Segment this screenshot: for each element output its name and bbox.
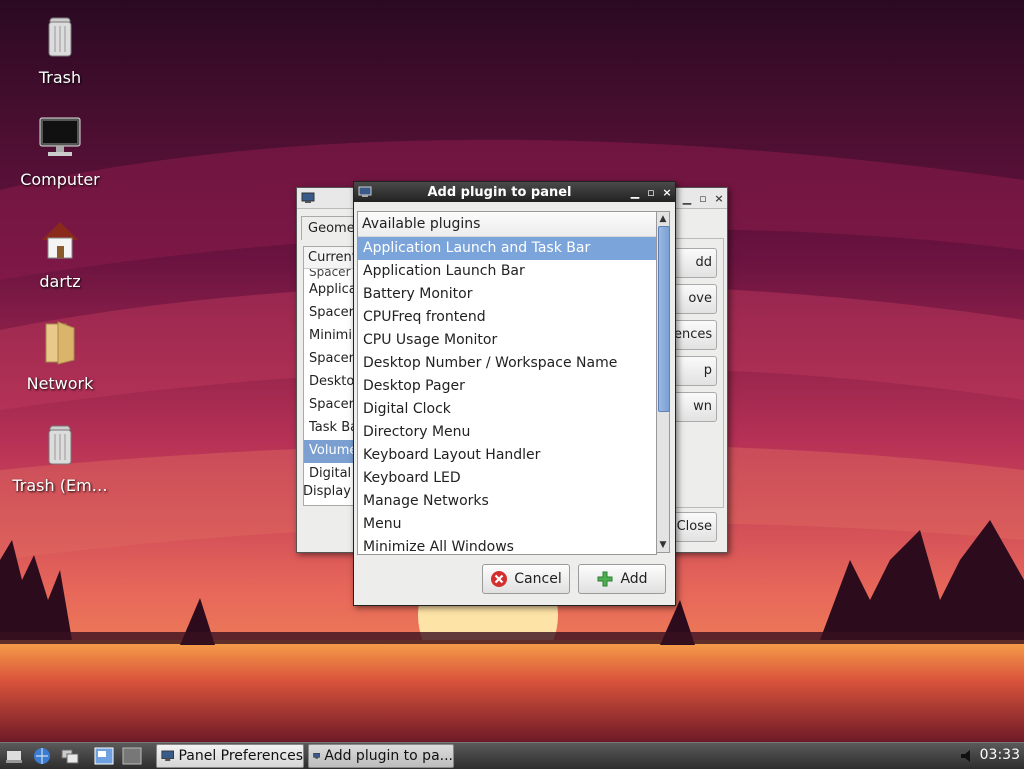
plugin-row[interactable]: Minimize All Windows <box>358 536 656 554</box>
plugin-row[interactable]: CPU Usage Monitor <box>358 329 656 352</box>
folder-icon <box>45 321 75 365</box>
desktop-icon-trash[interactable]: Trash <box>0 12 120 87</box>
task-add-plugin[interactable]: Add plugin to pa... <box>308 744 454 768</box>
plugin-row[interactable]: CPUFreq frontend <box>358 306 656 329</box>
plugin-row[interactable]: Desktop Number / Workspace Name <box>358 352 656 375</box>
desktop-icon-label: dartz <box>39 272 81 291</box>
cancel-icon <box>491 571 508 587</box>
minimize-icon[interactable]: ▁ <box>679 192 695 205</box>
plugin-row[interactable]: Manage Networks <box>358 490 656 513</box>
desktop-icon-trash-empty[interactable]: Trash (Em… <box>0 420 120 495</box>
plus-icon <box>597 571 613 587</box>
close-button[interactable]: Close <box>673 512 717 542</box>
workspace-icon[interactable] <box>94 746 114 766</box>
workspace-icon[interactable] <box>122 746 142 766</box>
down-button[interactable]: wn <box>673 392 717 422</box>
trash-icon <box>48 425 72 465</box>
scroll-up-icon[interactable]: ▲ <box>657 212 669 226</box>
column-header[interactable]: Available plugins <box>358 212 656 237</box>
vertical-scrollbar[interactable]: ▲ ▼ <box>656 211 670 553</box>
desktop-icon-label: Trash (Em… <box>12 476 108 495</box>
plugin-row[interactable]: Digital Clock <box>358 398 656 421</box>
window-icon <box>313 753 321 759</box>
desktop-icon-home[interactable]: dartz <box>0 216 120 291</box>
dialog-title: Add plugin to panel <box>427 184 572 200</box>
minimize-icon[interactable]: ▁ <box>627 186 643 199</box>
scroll-down-icon[interactable]: ▼ <box>657 538 669 552</box>
add-plugin-titlebar[interactable]: Add plugin to panel ▁ ▫ × <box>354 182 675 202</box>
maximize-icon[interactable]: ▫ <box>643 186 659 199</box>
desktop-icon-network[interactable]: Network <box>0 318 120 393</box>
add-button[interactable]: Add <box>578 564 666 594</box>
window-icon <box>301 192 315 203</box>
plugin-row[interactable]: Keyboard LED <box>358 467 656 490</box>
task-label: Panel Preferences <box>178 748 303 764</box>
show-desktop-icon[interactable] <box>4 746 24 766</box>
task-panel-preferences[interactable]: Panel Preferences <box>156 744 304 768</box>
taskbar: Panel Preferences Add plugin to pa... 03… <box>0 742 1024 769</box>
desktop-icon-label: Computer <box>20 170 100 189</box>
desktop-icon-label: Network <box>26 374 94 393</box>
up-button[interactable]: p <box>673 356 717 386</box>
plugin-row[interactable]: Desktop Pager <box>358 375 656 398</box>
window-icon <box>161 750 175 762</box>
close-icon[interactable]: × <box>711 192 727 205</box>
web-browser-icon[interactable] <box>32 746 52 766</box>
cancel-button[interactable]: Cancel <box>482 564 570 594</box>
plugin-row[interactable]: Application Launch Bar <box>358 260 656 283</box>
add-button[interactable]: dd <box>673 248 717 278</box>
remove-button[interactable]: ove <box>673 284 717 314</box>
home-icon <box>42 222 78 259</box>
close-icon[interactable]: × <box>659 186 675 199</box>
computer-icon <box>39 117 81 156</box>
plugin-row-selected[interactable]: Application Launch and Task Bar <box>358 237 656 260</box>
maximize-icon[interactable]: ▫ <box>695 192 711 205</box>
clock[interactable]: 03:33 <box>980 747 1020 763</box>
trash-icon <box>48 17 72 57</box>
cancel-label: Cancel <box>514 571 562 587</box>
file-manager-icon[interactable] <box>60 746 80 766</box>
window-icon <box>358 186 372 197</box>
preferences-button[interactable]: ences <box>673 320 717 350</box>
add-label: Add <box>620 571 648 587</box>
desktop-icon-computer[interactable]: Computer <box>0 114 120 189</box>
available-plugins-list[interactable]: Available plugins Application Launch and… <box>357 211 657 555</box>
plugin-row[interactable]: Directory Menu <box>358 421 656 444</box>
plugin-row[interactable]: Keyboard Layout Handler <box>358 444 656 467</box>
add-plugin-dialog[interactable]: Add plugin to panel ▁ ▫ × Available plug… <box>353 181 676 606</box>
scrollbar-thumb[interactable] <box>658 226 670 412</box>
volume-icon[interactable] <box>958 746 978 766</box>
plugin-row[interactable]: Menu <box>358 513 656 536</box>
display-label: Display <box>303 484 351 499</box>
plugin-row[interactable]: Battery Monitor <box>358 283 656 306</box>
task-label: Add plugin to pa... <box>324 748 453 764</box>
desktop-icon-label: Trash <box>38 68 82 87</box>
